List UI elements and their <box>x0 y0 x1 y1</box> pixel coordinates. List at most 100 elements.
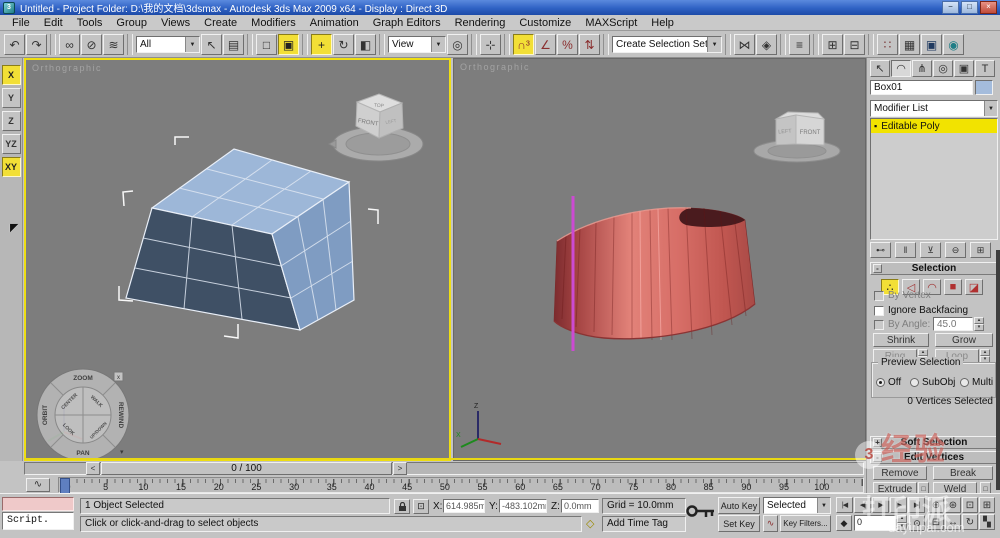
select-and-scale-icon[interactable]: ◧ <box>355 34 376 55</box>
zoom-extents-all-icon[interactable]: ⊞ <box>979 497 995 513</box>
by-vertex-checkbox[interactable] <box>874 291 884 301</box>
menu-item[interactable]: MAXScript <box>578 16 644 30</box>
make-unique-icon[interactable]: ⊻ <box>920 242 941 258</box>
axis-yz-button[interactable]: YZ <box>2 134 21 154</box>
viewcube[interactable]: LEFT FRONT <box>754 112 840 162</box>
key-filters-button[interactable]: Key Filters... <box>780 515 831 532</box>
render-setup-icon[interactable]: ▦ <box>899 34 920 55</box>
mini-listener-pane[interactable]: Script. <box>2 512 74 530</box>
viewport-left[interactable]: TOP FRONT LEFT ZOOM PAN <box>24 58 451 461</box>
preview-off-radio[interactable]: Off <box>876 377 901 388</box>
collapse-icon[interactable]: - <box>873 264 882 273</box>
viewcube-left-label[interactable]: LEFT <box>778 128 792 135</box>
element-icon[interactable]: ◪ <box>965 279 983 295</box>
preview-multi-radio[interactable]: Multi <box>960 377 993 388</box>
window-crossing-toggle-icon[interactable]: ▣ <box>278 34 299 55</box>
rendered-frame-icon[interactable]: ▣ <box>921 34 942 55</box>
menu-item[interactable]: Animation <box>303 16 366 30</box>
show-end-result-icon[interactable]: ‖ <box>895 242 916 258</box>
select-and-link-icon[interactable]: ∞ <box>59 34 80 55</box>
collapse-icon[interactable]: - <box>873 453 882 462</box>
menu-item[interactable]: Tools <box>70 16 110 30</box>
selection-filter-dropdown[interactable]: All▼ <box>136 36 200 53</box>
zoom-region-icon[interactable]: ⊟ <box>928 514 944 530</box>
undo-icon[interactable]: ↶ <box>4 34 25 55</box>
configure-modifier-sets-icon[interactable]: ⊞ <box>970 242 991 258</box>
axis-xy-button[interactable]: XY <box>2 157 21 177</box>
add-time-tag[interactable]: Add Time Tag <box>602 516 686 532</box>
polygon-icon[interactable]: ■ <box>944 279 962 295</box>
spinner-snap-icon[interactable]: ⇅ <box>579 34 600 55</box>
object-name-field[interactable]: Box01 <box>870 80 973 95</box>
menu-item[interactable]: Edit <box>37 16 70 30</box>
set-key-button[interactable]: Set Key <box>718 515 760 532</box>
modifier-list-dropdown[interactable]: Modifier List ▼ <box>870 100 998 117</box>
z-coord-field[interactable]: 0.0mm <box>561 499 599 513</box>
minimize-button[interactable]: − <box>942 1 959 14</box>
menu-item[interactable]: Modifiers <box>244 16 303 30</box>
go-to-start-button[interactable]: |◀ <box>836 497 853 513</box>
zoom-extents-icon[interactable]: ⊡ <box>962 497 978 513</box>
display-tab[interactable]: ▣ <box>954 60 974 77</box>
radio-icon[interactable] <box>876 378 885 387</box>
time-slider-handle[interactable]: 0 / 100 <box>101 462 392 475</box>
axis-z-button[interactable]: Z <box>2 111 21 131</box>
preview-subobj-radio[interactable]: SubObj <box>910 377 955 388</box>
percent-snap-icon[interactable]: % <box>557 34 578 55</box>
chevron-down-icon[interactable]: ▼ <box>707 37 721 52</box>
remove-modifier-icon[interactable]: ⊖ <box>945 242 966 258</box>
named-selection-sets-combo[interactable]: Create Selection Set▼ <box>612 36 722 53</box>
remove-button[interactable]: Remove <box>873 466 927 480</box>
loop-spinner[interactable]: ▴▾ <box>980 349 990 363</box>
selection-rollout-header[interactable]: - Selection <box>870 262 998 275</box>
previous-frame-button[interactable]: ◀| <box>854 497 871 513</box>
chevron-down-icon[interactable]: ▼ <box>817 498 830 513</box>
shrink-button[interactable]: Shrink <box>873 333 929 347</box>
min-max-toggle-icon[interactable]: ▚ <box>979 514 995 530</box>
macro-recorder-pane[interactable] <box>2 497 74 511</box>
auto-key-button[interactable]: Auto Key <box>718 497 760 514</box>
angle-spinner[interactable]: ▴▾ <box>974 317 984 331</box>
time-configuration-button[interactable]: ⊙ <box>909 515 925 531</box>
go-to-end-button[interactable]: ▶| <box>908 497 925 513</box>
schematic-view-icon[interactable]: ⊟ <box>844 34 865 55</box>
menu-item[interactable]: Help <box>644 16 681 30</box>
selection-lock-button[interactable] <box>394 499 410 514</box>
wheel-rewind-label[interactable]: REWIND <box>117 402 124 429</box>
mini-curve-editor-button[interactable]: ∿ <box>26 478 50 492</box>
arc-rotate-icon[interactable]: ↻ <box>962 514 978 530</box>
key-mode-toggle-button[interactable]: ◆ <box>836 515 852 531</box>
use-pivot-point-center-icon[interactable]: ◎ <box>447 34 468 55</box>
object-color-swatch[interactable] <box>975 80 993 95</box>
viewport-right[interactable]: LEFT FRONT X Z Orthographic <box>453 58 866 461</box>
axis-x-button[interactable]: X <box>2 65 21 85</box>
layer-manager-icon[interactable]: ≡ <box>789 34 810 55</box>
y-coord-field[interactable]: -483.102mm <box>499 499 547 513</box>
ignore-backfacing-checkbox[interactable] <box>874 306 884 316</box>
menu-item[interactable]: Customize <box>512 16 578 30</box>
curve-editor-icon[interactable]: ⊞ <box>822 34 843 55</box>
viewcube[interactable]: TOP FRONT LEFT <box>329 94 423 161</box>
steering-wheel[interactable]: ZOOM PAN ORBIT REWIND CENTER WALK LOOK U… <box>37 369 129 459</box>
selected-filter-dropdown[interactable]: Selected ▼ <box>763 497 831 514</box>
select-object-icon[interactable]: ↖ <box>201 34 222 55</box>
material-editor-icon[interactable]: ∷ <box>877 34 898 55</box>
default-tangent-button[interactable]: ∿ <box>763 515 778 532</box>
panel-scrollbar[interactable] <box>996 250 1000 490</box>
radio-icon[interactable] <box>910 378 919 387</box>
select-by-name-icon[interactable]: ▤ <box>223 34 244 55</box>
select-and-move-icon[interactable]: + <box>311 34 332 55</box>
soft-selection-rollout-header[interactable]: + Soft Selection <box>870 436 998 449</box>
viewport-right-label[interactable]: Orthographic <box>460 62 530 72</box>
chevron-down-icon[interactable]: ▼ <box>984 101 997 116</box>
radio-icon[interactable] <box>960 378 969 387</box>
axis-y-button[interactable]: Y <box>2 88 21 108</box>
trackbar-frame-indicator[interactable] <box>60 478 70 494</box>
expand-icon[interactable]: + <box>873 438 882 447</box>
reference-coordinate-dropdown[interactable]: View▼ <box>388 36 446 53</box>
rectangular-selection-region-icon[interactable]: □ <box>256 34 277 55</box>
viewport-left-label[interactable]: Orthographic <box>32 63 102 73</box>
menu-item[interactable]: Create <box>197 16 244 30</box>
viewcube-front-label[interactable]: FRONT <box>800 130 821 136</box>
wheel-zoom-label[interactable]: ZOOM <box>73 375 93 382</box>
